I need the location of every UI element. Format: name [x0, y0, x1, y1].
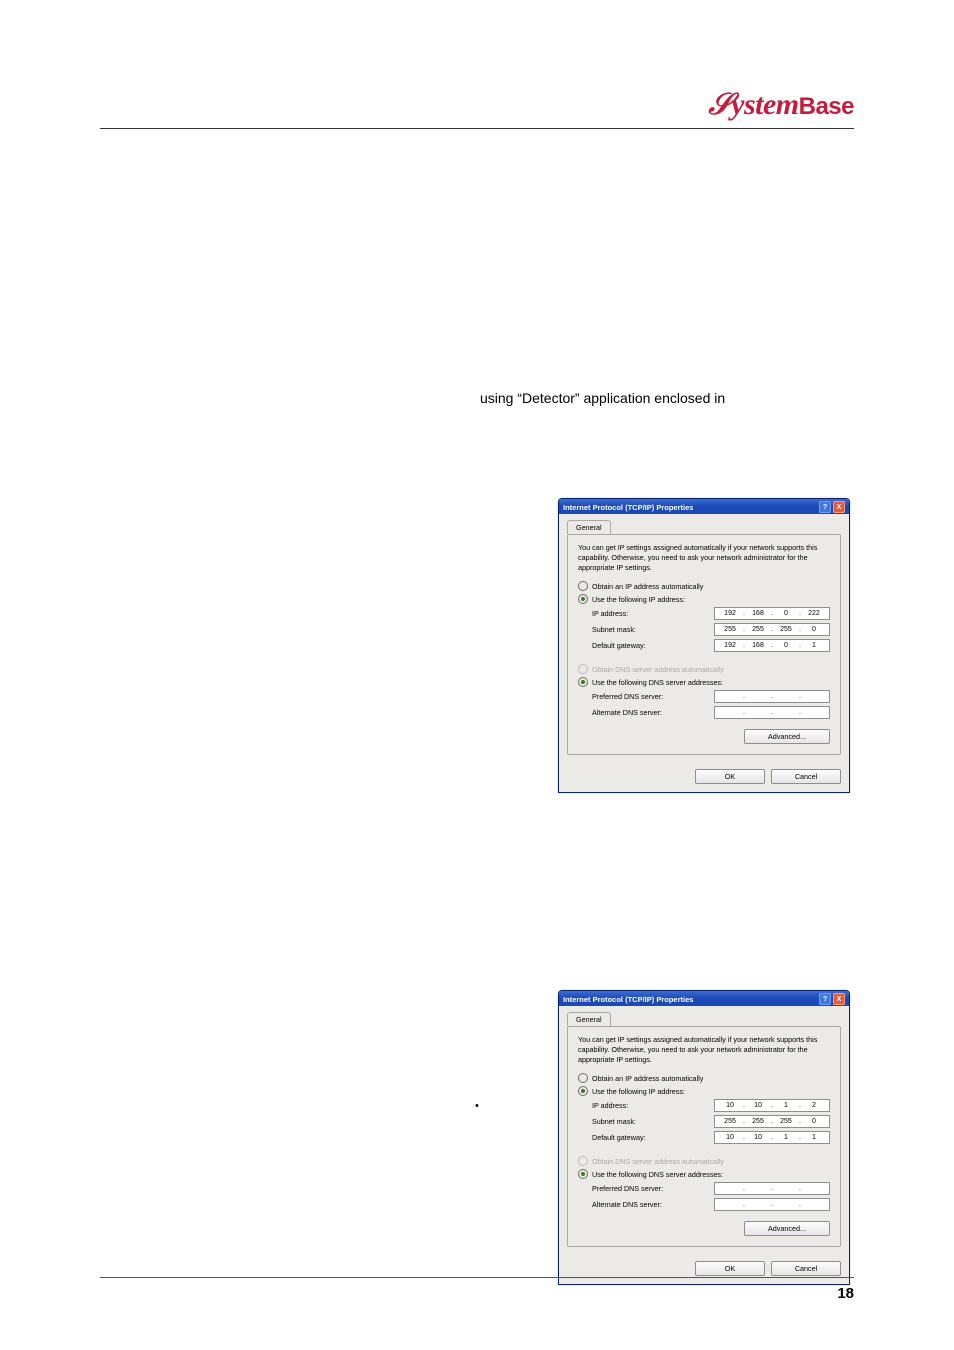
- bullet: •: [475, 1100, 479, 1112]
- label-ip: IP address:: [592, 1101, 628, 1110]
- label-subnet: Subnet mask:: [592, 1117, 636, 1126]
- radio-label: Obtain DNS server address automatically: [592, 665, 724, 674]
- radio-icon: [578, 1169, 588, 1179]
- footer-divider: [100, 1277, 854, 1278]
- label-gateway: Default gateway:: [592, 641, 646, 650]
- ip-address-input[interactable]: 10. 10. 1. 2: [714, 1099, 830, 1112]
- page-number: 18: [837, 1285, 854, 1302]
- default-gateway-input[interactable]: 192. 168. 0. 1: [714, 639, 830, 652]
- body-text: using “Detector” application enclosed in: [480, 390, 725, 406]
- radio-use-ip[interactable]: Use the following IP address:: [578, 1086, 830, 1096]
- header-divider: [100, 128, 854, 129]
- radio-icon: [578, 664, 588, 674]
- tab-general[interactable]: General: [567, 520, 611, 534]
- ok-button[interactable]: OK: [695, 1261, 765, 1276]
- radio-label: Obtain an IP address automatically: [592, 1074, 703, 1083]
- radio-label: Obtain DNS server address automatically: [592, 1157, 724, 1166]
- dialog-description: You can get IP settings assigned automat…: [578, 1035, 830, 1065]
- radio-label: Use the following IP address:: [592, 1087, 685, 1096]
- radio-use-dns[interactable]: Use the following DNS server addresses:: [578, 677, 830, 687]
- label-pref-dns: Preferred DNS server:: [592, 692, 663, 701]
- dialog-title: Internet Protocol (TCP/IP) Properties: [563, 503, 693, 512]
- preferred-dns-input[interactable]: . . .: [714, 690, 830, 703]
- dialog-title: Internet Protocol (TCP/IP) Properties: [563, 995, 693, 1004]
- help-icon[interactable]: ?: [819, 501, 831, 513]
- advanced-button[interactable]: Advanced...: [744, 1221, 830, 1236]
- default-gateway-input[interactable]: 10. 10. 1. 1: [714, 1131, 830, 1144]
- dialog-description: You can get IP settings assigned automat…: [578, 543, 830, 573]
- radio-icon: [578, 581, 588, 591]
- subnet-mask-input[interactable]: 255. 255. 255. 0: [714, 1115, 830, 1128]
- tcpip-properties-dialog-2: Internet Protocol (TCP/IP) Properties ? …: [558, 990, 850, 1285]
- cancel-button[interactable]: Cancel: [771, 1261, 841, 1276]
- radio-obtain-ip[interactable]: Obtain an IP address automatically: [578, 581, 830, 591]
- alternate-dns-input[interactable]: . . .: [714, 706, 830, 719]
- cancel-button[interactable]: Cancel: [771, 769, 841, 784]
- tab-general[interactable]: General: [567, 1012, 611, 1026]
- radio-label: Obtain an IP address automatically: [592, 582, 703, 591]
- radio-obtain-dns: Obtain DNS server address automatically: [578, 1156, 830, 1166]
- dialog-titlebar[interactable]: Internet Protocol (TCP/IP) Properties ? …: [559, 991, 849, 1006]
- radio-obtain-ip[interactable]: Obtain an IP address automatically: [578, 1073, 830, 1083]
- radio-icon: [578, 1156, 588, 1166]
- radio-use-dns[interactable]: Use the following DNS server addresses:: [578, 1169, 830, 1179]
- dialog-titlebar[interactable]: Internet Protocol (TCP/IP) Properties ? …: [559, 499, 849, 514]
- brand-logo: 𝒮ystemBase: [708, 88, 854, 122]
- label-alt-dns: Alternate DNS server:: [592, 708, 662, 717]
- radio-icon: [578, 677, 588, 687]
- close-icon[interactable]: X: [833, 501, 845, 513]
- label-pref-dns: Preferred DNS server:: [592, 1184, 663, 1193]
- radio-icon: [578, 594, 588, 604]
- radio-label: Use the following IP address:: [592, 595, 685, 604]
- preferred-dns-input[interactable]: . . .: [714, 1182, 830, 1195]
- radio-icon: [578, 1073, 588, 1083]
- radio-obtain-dns: Obtain DNS server address automatically: [578, 664, 830, 674]
- tcpip-properties-dialog-1: Internet Protocol (TCP/IP) Properties ? …: [558, 498, 850, 793]
- label-ip: IP address:: [592, 609, 628, 618]
- label-subnet: Subnet mask:: [592, 625, 636, 634]
- ip-address-input[interactable]: 192. 168. 0. 222: [714, 607, 830, 620]
- radio-label: Use the following DNS server addresses:: [592, 1170, 723, 1179]
- radio-use-ip[interactable]: Use the following IP address:: [578, 594, 830, 604]
- close-icon[interactable]: X: [833, 993, 845, 1005]
- radio-icon: [578, 1086, 588, 1096]
- ok-button[interactable]: OK: [695, 769, 765, 784]
- radio-label: Use the following DNS server addresses:: [592, 678, 723, 687]
- alternate-dns-input[interactable]: . . .: [714, 1198, 830, 1211]
- label-alt-dns: Alternate DNS server:: [592, 1200, 662, 1209]
- label-gateway: Default gateway:: [592, 1133, 646, 1142]
- advanced-button[interactable]: Advanced...: [744, 729, 830, 744]
- subnet-mask-input[interactable]: 255. 255. 255. 0: [714, 623, 830, 636]
- help-icon[interactable]: ?: [819, 993, 831, 1005]
